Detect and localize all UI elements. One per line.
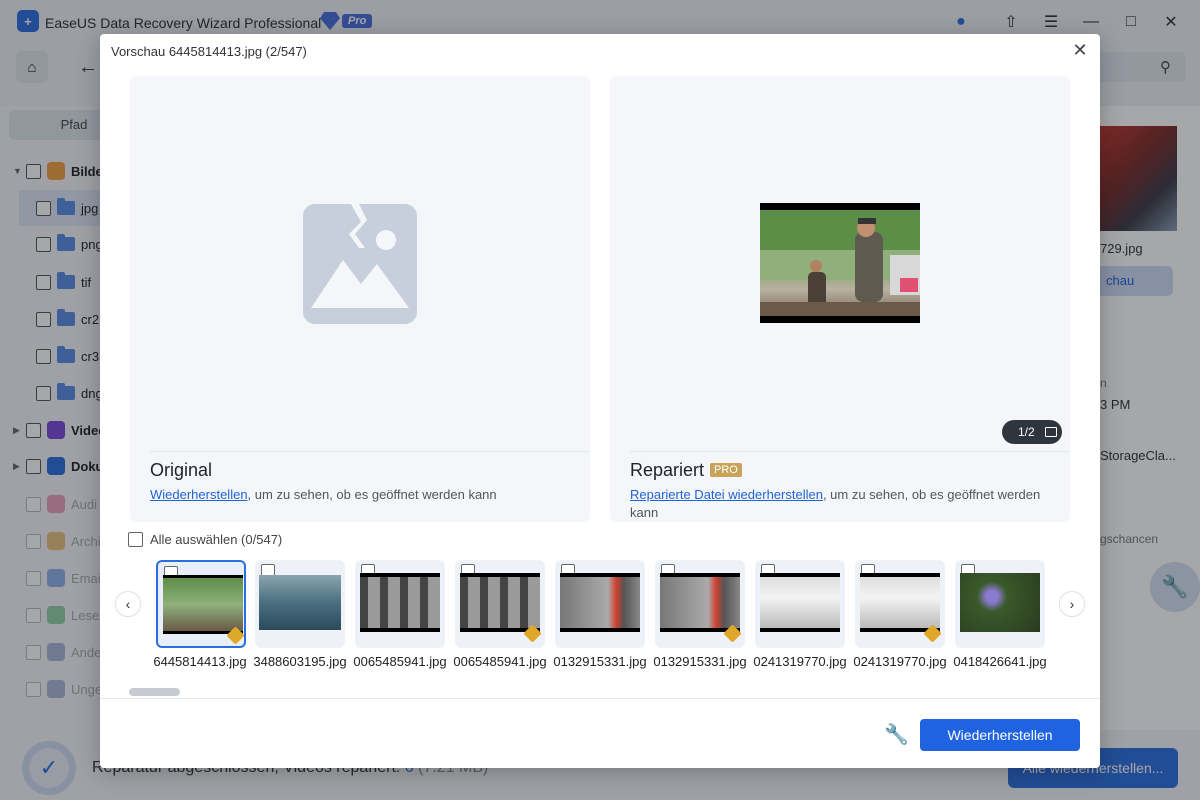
repair-wrench-icon[interactable]: 🔧	[884, 722, 909, 746]
repaired-photo	[760, 210, 920, 316]
pro-tag: PRO	[710, 463, 742, 477]
close-icon[interactable]: ✕	[1070, 40, 1090, 60]
thumbnail-image	[360, 573, 440, 632]
thumbnail-image	[163, 575, 243, 634]
page-indicator[interactable]: 1/2	[1002, 420, 1062, 444]
restore-link[interactable]: Wiederherstellen	[150, 487, 248, 502]
pane-divider	[630, 451, 1070, 452]
thumbnail-name: 0418426641.jpg	[953, 654, 1047, 669]
thumbnail-name: 3488603195.jpg	[253, 654, 347, 669]
thumbnail-name: 0132915331.jpg	[553, 654, 647, 669]
gallery-icon	[1044, 427, 1057, 437]
thumbnail-name: 0241319770.jpg	[853, 654, 947, 669]
page-count: 1/2	[1018, 425, 1035, 439]
thumbnail-image	[760, 573, 840, 632]
thumbnail-name: 6445814413.jpg	[153, 654, 247, 669]
thumbnail-item[interactable]	[755, 560, 845, 648]
thumbnail-image	[560, 573, 640, 632]
thumbnail-image	[660, 573, 740, 632]
thumbnail-item[interactable]	[955, 560, 1045, 648]
thumbnail-item[interactable]	[455, 560, 545, 648]
footer-divider	[100, 698, 1100, 699]
original-heading: Original	[150, 460, 213, 480]
thumbnail-item[interactable]	[355, 560, 445, 648]
thumbnail-name: 0065485941.jpg	[453, 654, 547, 669]
thumbnail-image	[860, 573, 940, 632]
thumbnail-image	[960, 573, 1040, 632]
original-pane: Original Wiederherstellen, um zu sehen, …	[130, 76, 590, 522]
thumbnail-scrollbar[interactable]	[129, 688, 180, 696]
restore-button[interactable]: Wiederherstellen	[920, 719, 1080, 751]
original-description: Wiederherstellen, um zu sehen, ob es geö…	[150, 486, 580, 504]
thumbnail-name: 0065485941.jpg	[353, 654, 447, 669]
original-desc-text: , um zu sehen, ob es geöffnet werden kan…	[247, 487, 497, 502]
thumbnail-name: 0241319770.jpg	[753, 654, 847, 669]
thumbnail-item[interactable]	[255, 560, 345, 648]
thumbnail-item[interactable]	[555, 560, 645, 648]
thumbnail-item[interactable]	[156, 560, 246, 648]
thumbnail-item[interactable]	[655, 560, 745, 648]
preview-dialog: Vorschau 6445814413.jpg (2/547) ✕ Origin…	[100, 34, 1100, 768]
thumbnail-name: 0132915331.jpg	[653, 654, 747, 669]
select-all[interactable]: Alle auswählen (0/547)	[128, 532, 282, 547]
repaired-heading: Repariert	[630, 460, 705, 480]
broken-image-icon	[303, 204, 417, 324]
thumbnail-item[interactable]	[855, 560, 945, 648]
prev-arrow-icon[interactable]: ‹	[115, 591, 141, 617]
dialog-title: Vorschau 6445814413.jpg (2/547)	[111, 44, 307, 59]
repaired-heading-row: Repariert PRO	[630, 460, 742, 481]
repaired-image-preview	[760, 203, 920, 323]
select-all-checkbox[interactable]	[128, 532, 143, 547]
next-arrow-icon[interactable]: ›	[1059, 591, 1085, 617]
restore-repaired-link[interactable]: Reparierte Datei wiederherstellen	[630, 487, 823, 502]
pane-divider	[150, 451, 590, 452]
thumbnail-image	[460, 573, 540, 632]
select-all-label: Alle auswählen (0/547)	[150, 532, 283, 547]
repaired-description: Reparierte Datei wiederherstellen, um zu…	[630, 486, 1060, 522]
thumbnail-image	[259, 575, 341, 630]
repaired-pane: 1/2 Repariert PRO Reparierte Datei wieder…	[610, 76, 1070, 522]
